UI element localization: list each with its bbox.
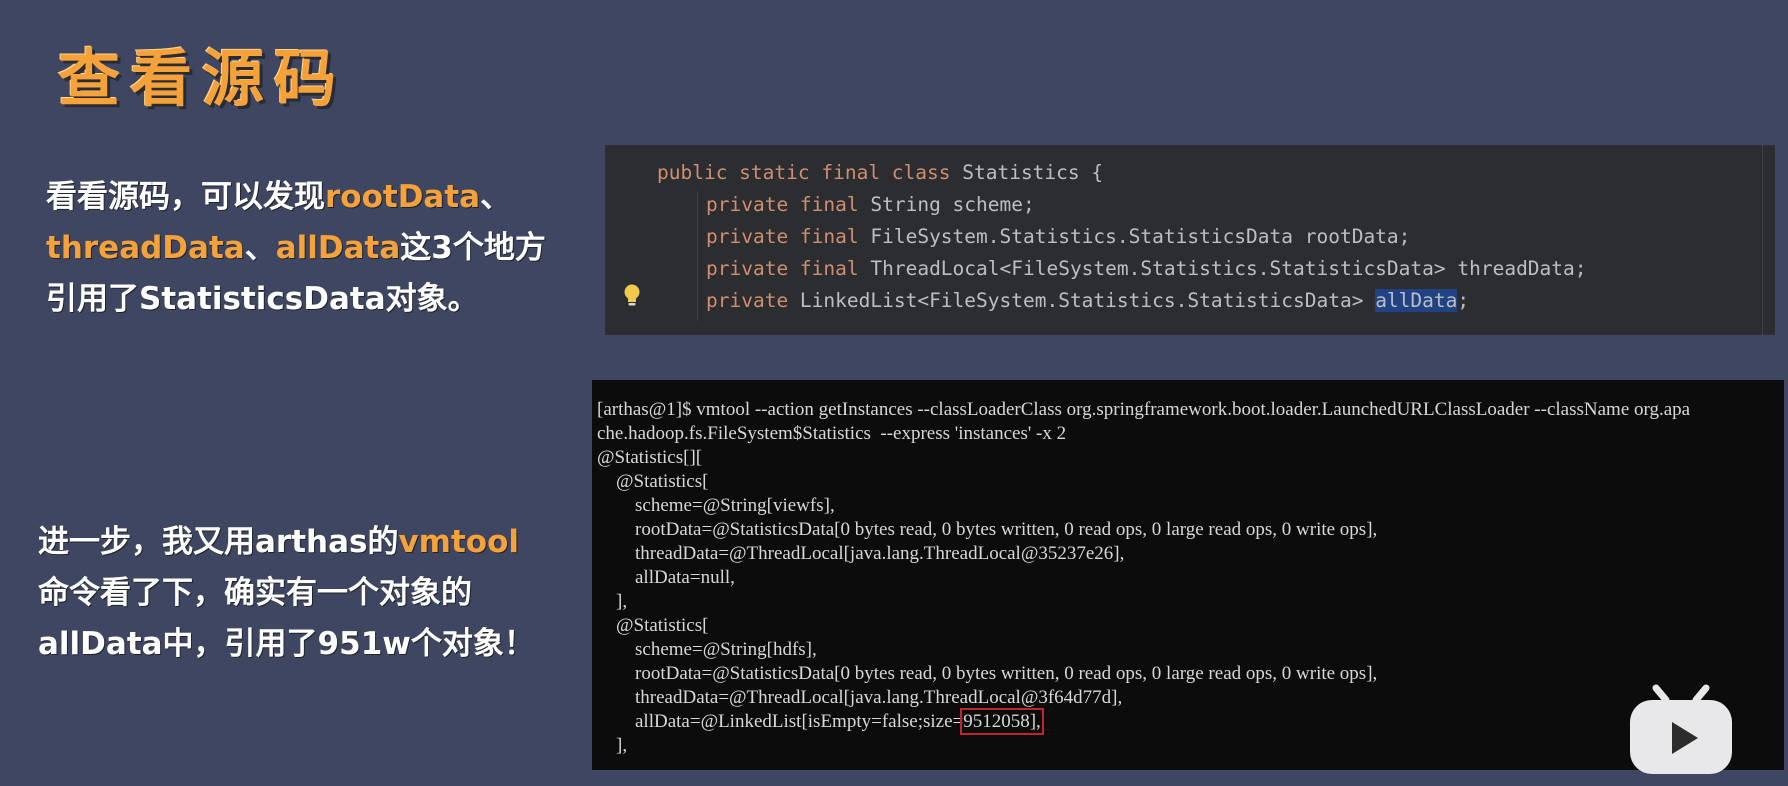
p1-text-2: 、	[480, 179, 512, 215]
p1-highlight-alldata: allData	[275, 230, 401, 266]
source-code-panel: public static final class Statistics { p…	[605, 145, 1775, 335]
terminal-line: rootData=@StatisticsData[0 bytes read, 0…	[597, 519, 1378, 540]
lightbulb-icon[interactable]	[622, 283, 642, 307]
code-line-5: private LinkedList<FileSystem.Statistics…	[706, 289, 1470, 312]
explanation-paragraph-2: 进一步，我又用arthas的vmtool 命令看了下，确实有一个对象的 allD…	[38, 517, 598, 670]
terminal-line: ],	[597, 591, 628, 612]
terminal-line: threadData=@ThreadLocal[java.lang.Thread…	[597, 687, 1123, 708]
code-line-3: private final FileSystem.Statistics.Stat…	[706, 225, 1411, 248]
terminal-line: rootData=@StatisticsData[0 bytes read, 0…	[597, 663, 1378, 684]
selected-alldata[interactable]: allData	[1375, 289, 1458, 312]
p1-text-3: 、	[244, 230, 276, 266]
terminal-panel: [arthas@1]$ vmtool --action getInstances…	[592, 380, 1784, 770]
size-highlight-box: 9512058],	[960, 708, 1044, 735]
p1-highlight-threaddata: threadData	[46, 230, 245, 266]
code-line-1: public static final class Statistics {	[657, 161, 1104, 184]
terminal-line: @Statistics[	[597, 471, 709, 492]
p2-text-3: allData中，引用了951w个对象！	[38, 626, 535, 662]
slide-title: 查看源码	[58, 42, 347, 115]
explanation-paragraph-1: 看看源码，可以发现rootData、 threadData、allData这3个…	[46, 172, 606, 325]
terminal-line: [arthas@1]$ vmtool --action getInstances…	[597, 399, 1691, 420]
right-margin-line	[1762, 145, 1763, 335]
terminal-line: @Statistics[	[597, 615, 709, 636]
p2-highlight-vmtool: vmtool	[398, 524, 520, 560]
indent-guide	[697, 191, 698, 321]
terminal-line: threadData=@ThreadLocal[java.lang.Thread…	[597, 543, 1125, 564]
terminal-line: scheme=@String[hdfs],	[597, 639, 817, 660]
terminal-line-closing: ],	[597, 735, 628, 756]
code-line-4: private final ThreadLocal<FileSystem.Sta…	[706, 257, 1587, 280]
p1-text-4: 这3个地方	[400, 230, 546, 266]
terminal-line: allData=null,	[597, 567, 735, 588]
terminal-line: @Statistics[][	[597, 447, 703, 468]
p2-text-1: 进一步，我又用arthas的	[38, 524, 399, 560]
p1-text-1: 看看源码，可以发现	[46, 179, 325, 215]
terminal-line: che.hadoop.fs.FileSystem$Statistics --ex…	[597, 423, 1067, 444]
code-line-2: private final String scheme;	[706, 193, 1035, 216]
terminal-line-alldata: allData=@LinkedList[isEmpty=false;size=9…	[597, 708, 1044, 735]
p2-text-2: 命令看了下，确实有一个对象的	[38, 575, 472, 611]
bilibili-logo	[1630, 684, 1732, 774]
terminal-line: scheme=@String[viewfs],	[597, 495, 835, 516]
p1-highlight-rootdata: rootData	[325, 179, 481, 215]
p1-text-5: 引用了StatisticsData对象。	[46, 281, 479, 317]
